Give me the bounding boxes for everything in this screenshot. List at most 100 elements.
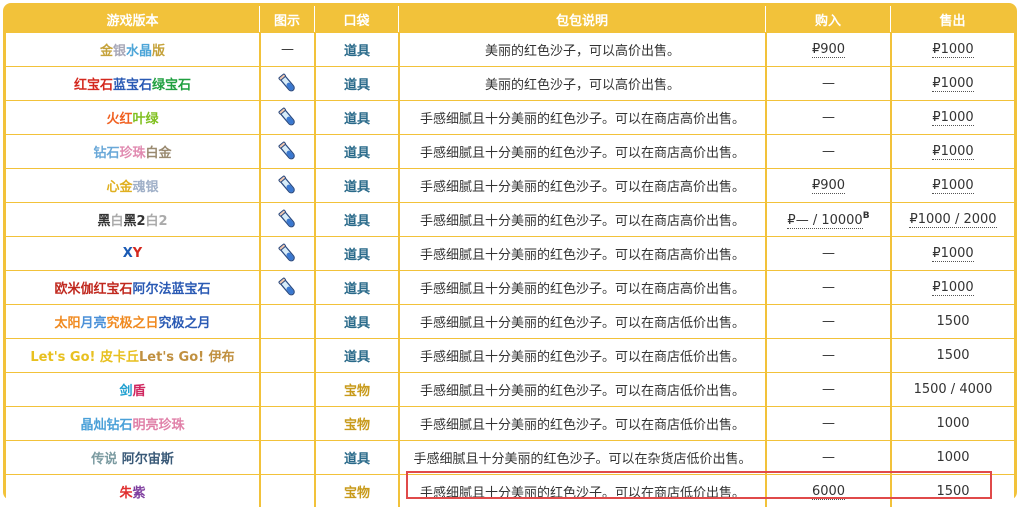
pocket-link[interactable]: 道具 [344, 282, 370, 297]
pocket-link[interactable]: 道具 [344, 112, 370, 127]
buy-price: — [822, 450, 835, 465]
buy-price: — [822, 314, 835, 329]
icon-cell [259, 270, 314, 304]
version-name[interactable]: Let's Go! 伊布 [139, 350, 235, 365]
red-sand-vial-icon [277, 107, 295, 125]
version-name[interactable]: 盾 [133, 384, 146, 399]
buy-price-cell: — [765, 406, 890, 440]
pocket-cell: 道具 [314, 236, 398, 270]
sell-price-cell: 1500 / 4000 [890, 372, 1014, 406]
version-name[interactable]: 究极之月 [159, 316, 211, 331]
pocket-cell: 宝物 [314, 372, 398, 406]
version-name[interactable]: X [123, 246, 133, 261]
sell-price-cell: 1000 [890, 406, 1014, 440]
version-name[interactable]: 传说 [91, 452, 122, 467]
version-name[interactable]: 晶灿钻石 [80, 418, 132, 433]
sell-price-cell: 1500 [890, 338, 1014, 372]
pocket-link[interactable]: 道具 [344, 44, 370, 59]
red-sand-vial-icon [277, 209, 295, 227]
header-version: 游戏版本 [6, 6, 259, 32]
version-name[interactable]: 火红 [106, 112, 132, 127]
sell-price: ₽1000 [932, 246, 974, 262]
version-name[interactable]: 蓝宝石 [113, 78, 152, 93]
buy-price-cell: — [765, 304, 890, 338]
pocket-link[interactable]: 道具 [344, 180, 370, 195]
version-name[interactable]: 黑 [97, 214, 110, 229]
version-name[interactable]: 朱 [119, 486, 132, 501]
version-name[interactable]: 心金 [106, 180, 132, 195]
version-name[interactable]: 欧米伽红宝石 [54, 282, 132, 297]
version-name[interactable]: 金 [100, 44, 113, 59]
buy-price-cell: — [765, 134, 890, 168]
buy-price: ₽900 [811, 178, 846, 194]
red-sand-vial-icon [277, 175, 295, 193]
version-name[interactable]: 紫 [133, 486, 146, 501]
sell-price-cell: ₽1000 [890, 66, 1014, 100]
version-name[interactable]: 太阳 [54, 316, 80, 331]
version-name[interactable]: 阿尔宙斯 [122, 452, 174, 467]
version-name[interactable]: 剑 [119, 384, 132, 399]
pocket-link[interactable]: 宝物 [344, 384, 370, 399]
pocket-link[interactable]: 道具 [344, 248, 370, 263]
description-cell: 手感细腻且十分美丽的红色沙子。可以在商店高价出售。 [398, 168, 765, 202]
version-name[interactable]: 阿尔法蓝宝石 [133, 282, 211, 297]
description-cell: 手感细腻且十分美丽的红色沙子。可以在商店高价出售。 [398, 202, 765, 236]
pocket-link[interactable]: 道具 [344, 316, 370, 331]
buy-price-note[interactable]: B [863, 211, 870, 221]
pocket-link[interactable]: 宝物 [344, 486, 370, 501]
version-name[interactable]: 绿宝石 [152, 78, 191, 93]
pocket-cell: 宝物 [314, 406, 398, 440]
version-name[interactable]: 红宝石 [74, 78, 113, 93]
version-name[interactable]: 白金 [146, 146, 172, 161]
version-name[interactable]: 水晶 [126, 44, 152, 59]
icon-cell [259, 406, 314, 440]
pocket-cell: 道具 [314, 168, 398, 202]
header-pocket: 口袋 [314, 6, 398, 32]
table-row: 剑盾 宝物 手感细腻且十分美丽的红色沙子。可以在商店低价出售。 — 1500 / 400… [6, 372, 1014, 406]
pocket-link[interactable]: 道具 [344, 452, 370, 467]
buy-price: — [822, 76, 835, 91]
pocket-link[interactable]: 宝物 [344, 418, 370, 433]
version-cell: 晶灿钻石明亮珍珠 [6, 406, 259, 440]
table-row: 太阳月亮究极之日究极之月 道具 手感细腻且十分美丽的红色沙子。可以在商店低价出售。 —… [6, 304, 1014, 338]
sell-price-cell: ₽1000 [890, 168, 1014, 202]
version-cell: 太阳月亮究极之日究极之月 [6, 304, 259, 338]
version-cell: XY [6, 236, 259, 270]
icon-cell [259, 66, 314, 100]
version-cell: 红宝石蓝宝石绿宝石 [6, 66, 259, 100]
version-name[interactable]: 版 [152, 44, 165, 59]
version-name[interactable]: 明亮珍珠 [133, 418, 185, 433]
version-name[interactable]: Y [133, 246, 142, 261]
buy-price-cell: ₽900 [765, 168, 890, 202]
pocket-link[interactable]: 道具 [344, 78, 370, 93]
version-name[interactable]: 白 [110, 214, 123, 229]
buy-price-cell: — [765, 270, 890, 304]
version-name[interactable]: 白2 [146, 214, 168, 229]
pocket-link[interactable]: 道具 [344, 214, 370, 229]
pocket-link[interactable]: 道具 [344, 350, 370, 365]
buy-price-cell: 6000 [765, 474, 890, 507]
version-name[interactable]: 银 [113, 44, 126, 59]
version-cell: Let's Go! 皮卡丘Let's Go! 伊布 [6, 338, 259, 372]
buy-price: — [822, 416, 835, 431]
version-name[interactable]: 魂银 [133, 180, 159, 195]
icon-cell [259, 338, 314, 372]
version-name[interactable]: 黑2 [123, 214, 145, 229]
red-sand-vial-icon [277, 141, 295, 159]
sell-price: ₽1000 [932, 110, 974, 126]
item-table-frame: 游戏版本 图示 口袋 包包说明 购入 售出 金银水晶版 — 道具 美丽的红色沙子，可以… [3, 3, 1017, 507]
pocket-link[interactable]: 道具 [344, 146, 370, 161]
buy-price: 6000 [811, 483, 846, 500]
description-cell: 手感细腻且十分美丽的红色沙子。可以在商店高价出售。 [398, 100, 765, 134]
version-name[interactable]: 月亮 [80, 316, 106, 331]
version-name[interactable]: 钻石 [93, 146, 119, 161]
sell-price-cell: 1500 [890, 304, 1014, 338]
version-name[interactable]: 珍珠 [119, 146, 145, 161]
description-cell: 手感细腻且十分美丽的红色沙子。可以在商店高价出售。 [398, 270, 765, 304]
sell-price: 1000 [936, 416, 970, 431]
version-name[interactable]: 究极之日 [107, 316, 159, 331]
sell-price-cell: ₽1000 [890, 236, 1014, 270]
buy-price-cell: — [765, 440, 890, 474]
version-name[interactable]: Let's Go! 皮卡丘 [30, 350, 139, 365]
version-name[interactable]: 叶绿 [133, 112, 159, 127]
